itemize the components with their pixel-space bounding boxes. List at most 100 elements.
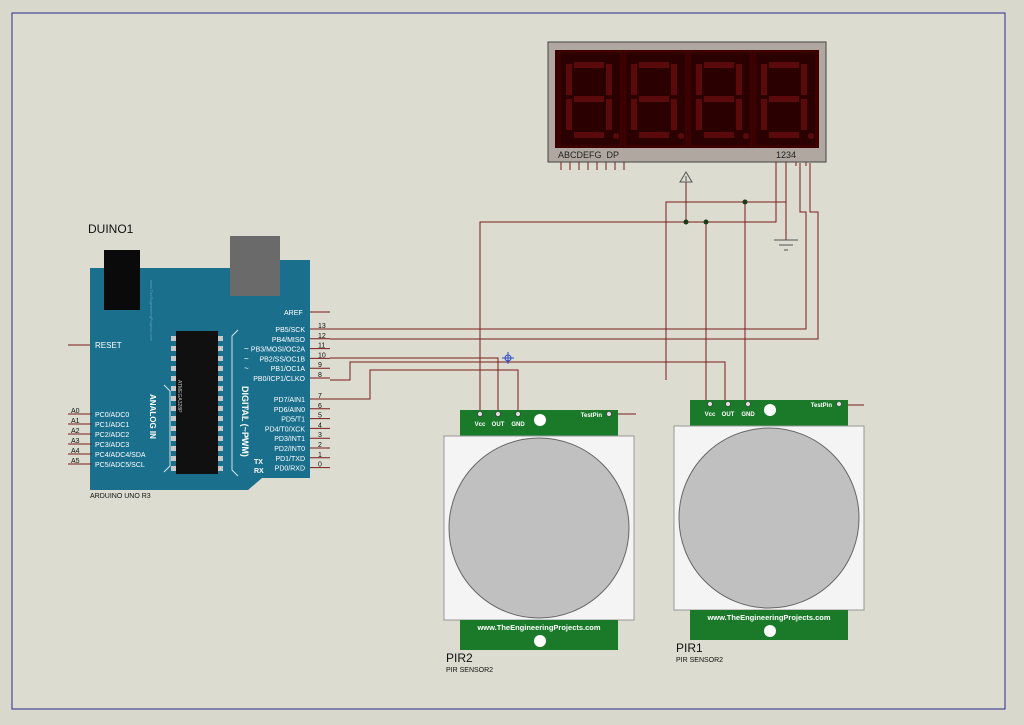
chip-pin [218, 406, 223, 411]
segment [574, 132, 604, 138]
chip-pin [171, 406, 176, 411]
digital-pin-number: 5 [318, 413, 322, 420]
analog-pin-number: A4 [71, 448, 80, 455]
display-segment-labels: ABCDEFG DP [558, 150, 619, 160]
analog-pin-number: A0 [71, 408, 80, 415]
seven-segment-display[interactable]: ABCDEFG DP 1234 [547, 41, 827, 170]
segment [696, 64, 702, 95]
pir-ref-label: PIR2 [446, 651, 473, 665]
analog-pin-number: A1 [71, 418, 80, 425]
pin-label: GND [741, 412, 755, 418]
tx-label: TX [254, 459, 263, 466]
analog-pin-number: A2 [71, 428, 80, 435]
digital-pin-label: PD7/AIN1 [274, 397, 305, 404]
pir-sensor-pir1[interactable]: Vcc OUT GND TestPin www.TheEngineeringProjec… [673, 400, 865, 664]
chip-pin [171, 356, 176, 361]
chip-pin [218, 416, 223, 421]
analog-pin-label: PC3/ADC3 [95, 442, 129, 449]
chip-pin [218, 456, 223, 461]
segment [631, 64, 637, 95]
chip-pin [218, 426, 223, 431]
segment [769, 62, 799, 68]
pwm-marker: ~ [244, 415, 249, 424]
chip-pin [218, 386, 223, 391]
segment [631, 99, 637, 130]
segment [704, 96, 734, 102]
segment [566, 64, 572, 95]
digital-pin-label: PD3/INT1 [274, 436, 305, 443]
segment [736, 64, 742, 95]
pin-pad [745, 401, 751, 407]
digital-pin-label: PD0/RXD [275, 466, 305, 473]
pir-ref-label: PIR1 [676, 641, 703, 655]
segment [704, 132, 734, 138]
digital-pin-number: 13 [318, 323, 326, 330]
display-digit [689, 51, 752, 147]
pwm-marker: ~ [244, 405, 249, 414]
digital-pin-label: PB4/MISO [272, 337, 306, 344]
pir-sensor-pir2[interactable]: Vcc OUT GND TestPin www.TheEngineeringProjec… [443, 410, 635, 674]
pir-lens [678, 427, 860, 609]
segment [801, 64, 807, 95]
segment [801, 99, 807, 130]
pin-pad [477, 411, 483, 417]
analog-pin-number: A5 [71, 458, 80, 465]
arduino-model-label: ARDUINO UNO R3 [90, 493, 151, 500]
segment [696, 99, 702, 130]
pin-pad [515, 411, 521, 417]
segment [736, 99, 742, 130]
digital-pin-number: 9 [318, 362, 322, 369]
segment [671, 64, 677, 95]
pir-website: www.TheEngineeringProjects.com [476, 623, 600, 632]
decimal-point [678, 133, 684, 139]
digital-pin-label: PB3/MOSI/OC2A [251, 347, 305, 354]
pin-label: GND [511, 422, 525, 428]
chip-pin [218, 466, 223, 471]
segment [606, 99, 612, 130]
decimal-point [743, 133, 749, 139]
pwm-marker: ~ [244, 364, 249, 373]
digital-pin-label: PD2/INT0 [274, 446, 305, 453]
digital-pin-label: PB2/SS/OC1B [259, 356, 305, 363]
segment [761, 99, 767, 130]
segment [574, 62, 604, 68]
segment [566, 99, 572, 130]
segment [639, 132, 669, 138]
aref-label: AREF [284, 310, 303, 317]
digital-pin-label: PD5/T1 [281, 417, 305, 424]
digital-pin-number: 2 [318, 442, 322, 449]
display-digit [624, 51, 687, 147]
digital-pin-label: PB1/OC1A [271, 366, 306, 373]
display-digit [559, 51, 622, 147]
pwm-marker: ~ [244, 354, 249, 363]
junction-dot [703, 219, 709, 225]
chip-pin [218, 446, 223, 451]
display-digit [754, 51, 817, 147]
segment [704, 62, 734, 68]
pir-model-label: PIR SENSOR2 [446, 667, 493, 674]
digital-pin-number: 1 [318, 452, 322, 459]
chip-pin [171, 466, 176, 471]
decimal-point [613, 133, 619, 139]
pwm-marker: ~ [244, 345, 249, 354]
digital-pin-number: 8 [318, 372, 322, 379]
segment [761, 64, 767, 95]
digital-pin-number: 7 [318, 393, 322, 400]
chip-pin [171, 456, 176, 461]
usb-connector [230, 236, 280, 296]
digital-pin-number: 0 [318, 462, 322, 469]
chip-pin [218, 336, 223, 341]
chip-pin [171, 336, 176, 341]
pir-model-label: PIR SENSOR2 [676, 657, 723, 664]
analog-pin-label: PC2/ADC2 [95, 432, 129, 439]
chip-pin [171, 436, 176, 441]
digital-pin-number: 3 [318, 432, 322, 439]
chip-pin [171, 416, 176, 421]
segment [574, 96, 604, 102]
analog-pin-label: PC1/ADC1 [95, 422, 129, 429]
chip-pin [218, 366, 223, 371]
junction-dot [683, 219, 689, 225]
chip-pin [218, 356, 223, 361]
pin-pad [707, 401, 713, 407]
pin-label: Vcc [475, 422, 486, 428]
